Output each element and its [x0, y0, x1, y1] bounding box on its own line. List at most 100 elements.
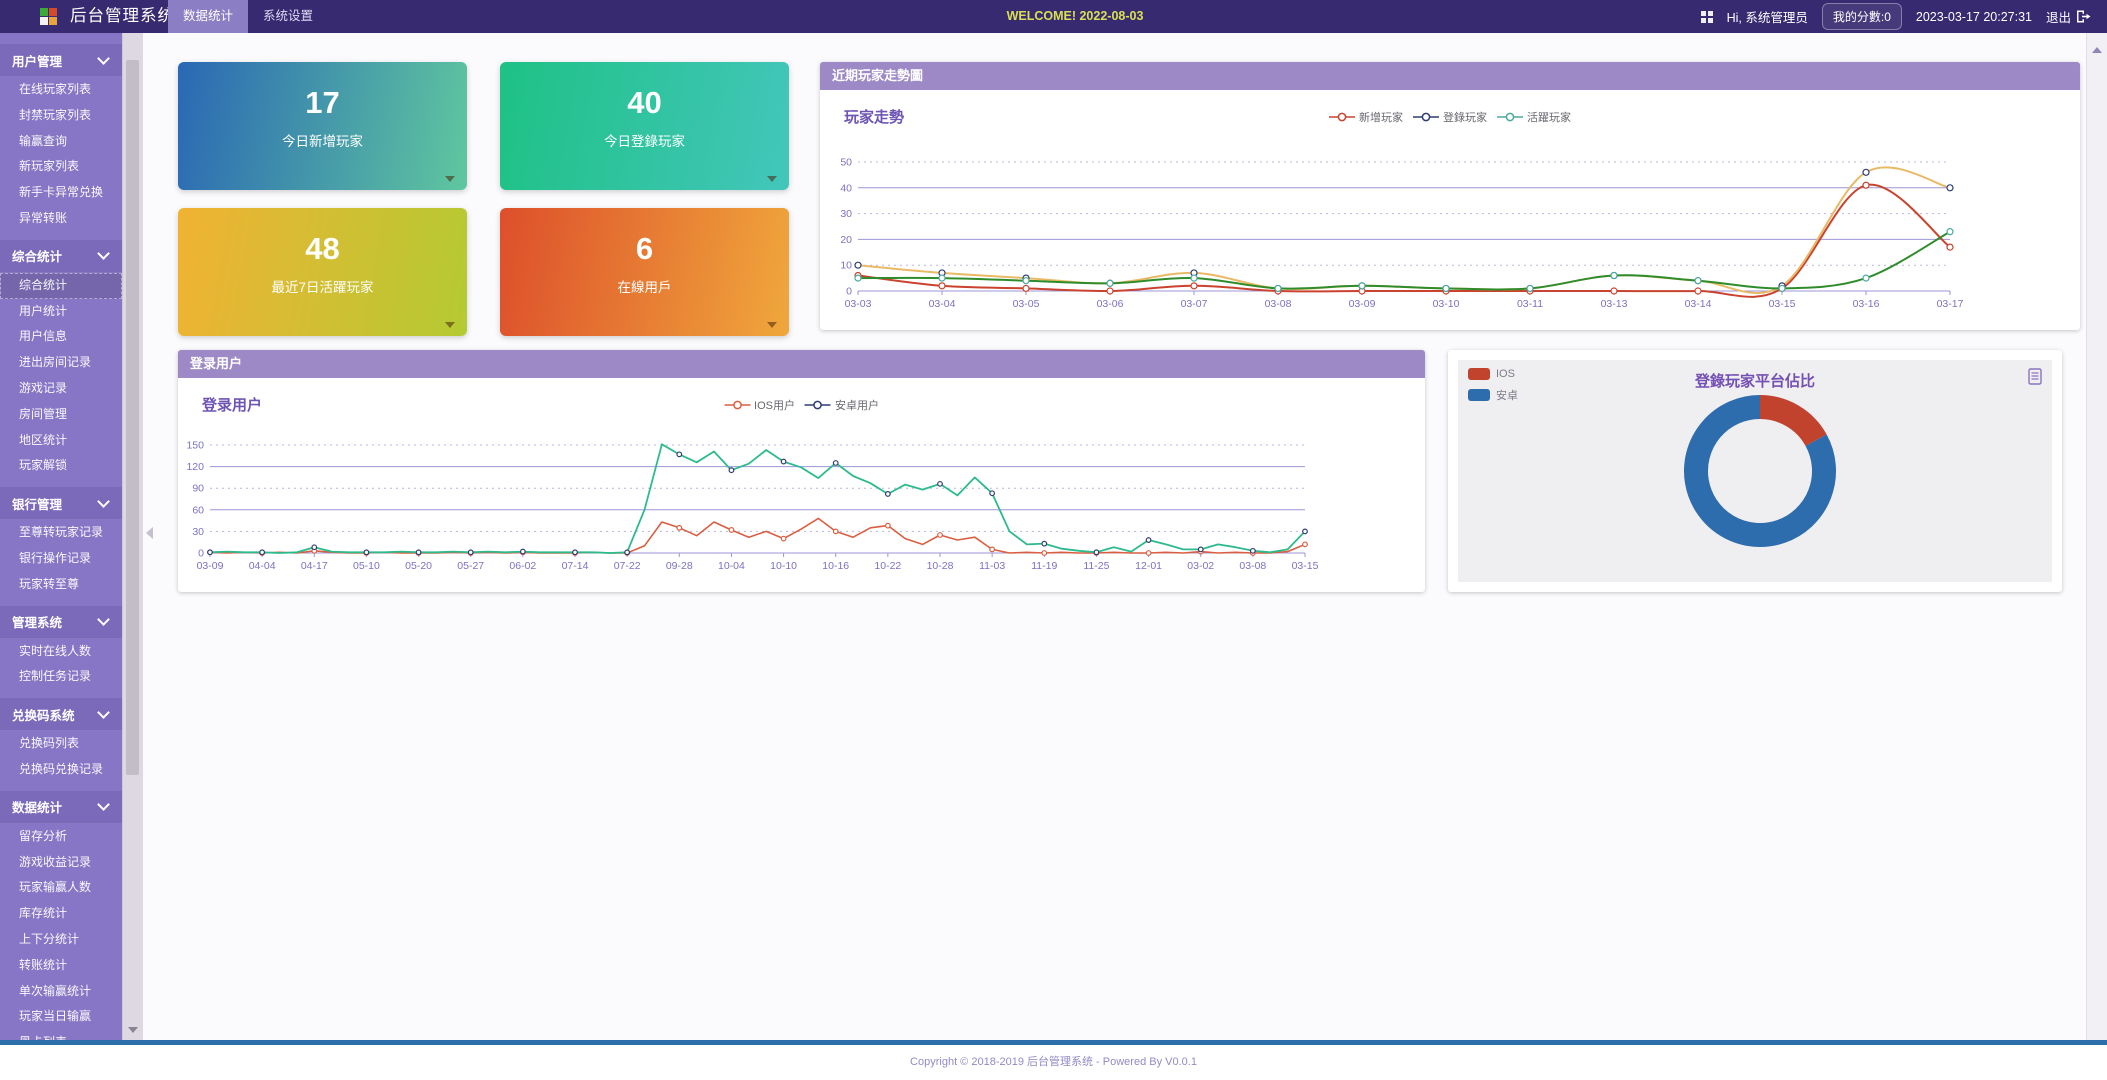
svg-text:03-03: 03-03	[845, 298, 872, 310]
sidebar-item[interactable]: 兑换码兑换记录	[0, 757, 122, 783]
sidebar-item[interactable]: 综合统计	[0, 273, 122, 299]
svg-text:09-28: 09-28	[666, 560, 693, 572]
legend-swatch	[1468, 389, 1490, 401]
sidebar-item[interactable]: 库存统计	[0, 901, 122, 927]
topbar-tabs: 数据统计 系统设置	[168, 0, 328, 33]
sidebar-item[interactable]: 玩家输赢人数	[0, 875, 122, 901]
sidebar-item[interactable]: 用户统计	[0, 299, 122, 325]
sidebar-group-label: 数据统计	[12, 797, 62, 816]
sidebar-item[interactable]: 在线玩家列表	[0, 77, 122, 103]
svg-text:04-04: 04-04	[249, 560, 276, 572]
sidebar-item[interactable]: 银行操作记录	[0, 546, 122, 572]
caret-down-icon[interactable]	[445, 176, 455, 182]
svg-text:11-03: 11-03	[979, 560, 1005, 572]
sidebar-item[interactable]: 输赢查询	[0, 129, 122, 155]
sidebar-item[interactable]: 控制任务记录	[0, 664, 122, 690]
caret-down-icon[interactable]	[445, 322, 455, 328]
sidebar-item[interactable]: 异常转账	[0, 206, 122, 232]
apps-grid-icon[interactable]	[1701, 11, 1713, 23]
admin-dashboard: 后台管理系统 数据统计 系统设置 WELCOME! 2022-08-03 Hi,…	[0, 0, 2107, 1080]
sidebar-scrollbar[interactable]	[122, 33, 143, 1040]
sidebar-group-2[interactable]: 综合统计	[0, 240, 122, 273]
donut-legend: IOS 安卓	[1468, 368, 1518, 403]
svg-text:10-10: 10-10	[770, 560, 797, 572]
sidebar-group-label: 用户管理	[12, 51, 62, 70]
sidebar-item[interactable]: 兑换码列表	[0, 731, 122, 757]
sidebar-item[interactable]: 实时在线人数	[0, 639, 122, 665]
sidebar-item[interactable]: 新玩家列表	[0, 154, 122, 180]
legend-item[interactable]: IOS	[1468, 368, 1518, 380]
logout-button[interactable]: 退出	[2046, 7, 2091, 26]
logo-icon	[40, 8, 57, 25]
svg-text:03-02: 03-02	[1187, 560, 1214, 572]
sidebar-item[interactable]: 游戏记录	[0, 376, 122, 402]
sidebar-group-5[interactable]: 兑换码系统	[0, 698, 122, 731]
svg-text:10-22: 10-22	[874, 560, 901, 572]
sidebar-item[interactable]: 黑卡列表	[0, 1030, 122, 1040]
sidebar-group-1[interactable]: 用户管理	[0, 44, 122, 77]
tab-data-statistics[interactable]: 数据统计	[168, 0, 248, 33]
page-scrollbar[interactable]	[2086, 33, 2107, 1040]
horizontal-scrollbar[interactable]	[0, 1040, 2107, 1045]
sidebar-group-label: 银行管理	[12, 494, 62, 513]
sidebar-item[interactable]: 新手卡异常兑换	[0, 180, 122, 206]
svg-text:10-04: 10-04	[718, 560, 745, 572]
sidebar-item[interactable]: 进出房间记录	[0, 350, 122, 376]
data-view-icon[interactable]	[2028, 368, 2042, 390]
svg-text:10: 10	[840, 260, 852, 272]
svg-text:12-01: 12-01	[1135, 560, 1162, 572]
legend-item[interactable]: 安卓	[1468, 387, 1518, 403]
svg-text:04-17: 04-17	[301, 560, 328, 572]
caret-down-icon[interactable]	[767, 322, 777, 328]
login-users-panel: 登录用户 登录用户 IOS用户安卓用户 030609012015003-0904…	[178, 350, 1425, 592]
stat-card-label: 在線用戶	[500, 276, 789, 296]
svg-text:06-02: 06-02	[509, 560, 536, 572]
platform-donut-chart	[1458, 360, 2052, 582]
svg-text:05-10: 05-10	[353, 560, 380, 572]
svg-text:0: 0	[198, 548, 204, 560]
stat-card[interactable]: 40今日登錄玩家	[500, 62, 789, 190]
login-line-chart: 030609012015003-0904-0404-1705-1005-2005…	[178, 378, 1425, 592]
sidebar-item[interactable]: 上下分统计	[0, 927, 122, 953]
sidebar-item[interactable]: 用户信息	[0, 324, 122, 350]
sidebar-item[interactable]: 房间管理	[0, 402, 122, 428]
sidebar-item[interactable]: 玩家转至尊	[0, 572, 122, 598]
my-score-badge[interactable]: 我的分數:0	[1822, 3, 1902, 30]
user-greeting: Hi, 系统管理员	[1727, 7, 1808, 26]
sidebar-group-4[interactable]: 管理系统	[0, 606, 122, 639]
stat-card-value: 48	[178, 231, 467, 267]
chevron-down-icon	[97, 247, 110, 260]
sidebar-group-3[interactable]: 银行管理	[0, 487, 122, 520]
sidebar-group-6[interactable]: 数据统计	[0, 791, 122, 824]
stat-card[interactable]: 48 最近7日活躍玩家	[178, 208, 467, 336]
svg-text:03-08: 03-08	[1239, 560, 1266, 572]
caret-down-icon[interactable]	[767, 176, 777, 182]
stat-card[interactable]: 6在線用戶	[500, 208, 789, 336]
sidebar-item[interactable]: 至尊转玩家记录	[0, 520, 122, 546]
stat-card[interactable]: 17今日新增玩家	[178, 62, 467, 190]
svg-text:20: 20	[840, 234, 852, 246]
sidebar-item[interactable]: 留存分析	[0, 824, 122, 850]
svg-text:03-11: 03-11	[1517, 298, 1543, 310]
sidebar-item[interactable]: 玩家当日输赢	[0, 1004, 122, 1030]
svg-text:03-15: 03-15	[1769, 298, 1796, 310]
sidebar-item[interactable]: 封禁玩家列表	[0, 103, 122, 129]
svg-text:03-08: 03-08	[1265, 298, 1292, 310]
scroll-up-arrow-icon[interactable]	[2092, 47, 2102, 53]
sidebar-collapse-handle[interactable]	[146, 527, 153, 539]
stat-card-label: 今日登錄玩家	[500, 130, 789, 150]
sidebar-item[interactable]: 转账统计	[0, 953, 122, 979]
copyright-text: Copyright © 2018-2019 后台管理系统 - Powered B…	[910, 1053, 1197, 1069]
sidebar-item[interactable]: 单次输赢统计	[0, 979, 122, 1005]
sidebar-scrollbar-thumb[interactable]	[126, 60, 139, 775]
sidebar-item[interactable]: 玩家解锁	[0, 453, 122, 479]
svg-text:03-09: 03-09	[1349, 298, 1376, 310]
scroll-down-arrow-icon[interactable]	[128, 1027, 138, 1033]
stat-card-label: 最近7日活躍玩家	[178, 276, 467, 296]
svg-text:05-27: 05-27	[457, 560, 484, 572]
svg-text:03-07: 03-07	[1181, 298, 1208, 310]
svg-text:150: 150	[186, 440, 204, 452]
sidebar-item[interactable]: 游戏收益记录	[0, 850, 122, 876]
tab-system-settings[interactable]: 系统设置	[248, 0, 328, 33]
sidebar-item[interactable]: 地区统计	[0, 428, 122, 454]
